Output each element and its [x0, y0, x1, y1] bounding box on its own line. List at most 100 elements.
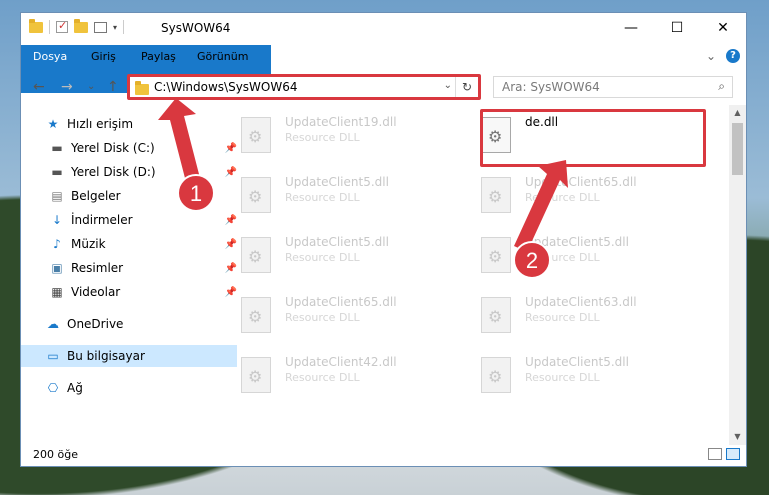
file-name: UpdateClient63.dll [525, 295, 637, 309]
list-item[interactable]: UpdateClient5.dll Resource DLL [463, 351, 689, 399]
dll-file-icon [241, 237, 271, 273]
sidebar-item-label: Resimler [71, 261, 124, 275]
search-placeholder: Ara: SysWOW64 [502, 80, 600, 94]
computer-icon: ▭ [47, 349, 59, 363]
file-name: UpdateClient42.dll [285, 355, 397, 369]
list-item[interactable]: UpdateClient5.dll Resource DLL [223, 231, 449, 279]
file-type: Resource DLL [525, 371, 600, 384]
scroll-thumb[interactable] [732, 123, 743, 175]
expand-ribbon-icon[interactable]: ⌄ [706, 49, 716, 63]
explorer-window: ▾ SysWOW64 — ☐ ✕ Dosya Giriş Paylaş Görü… [20, 12, 747, 467]
file-highlight-box [480, 109, 706, 167]
search-icon[interactable]: ⌕ [718, 79, 725, 94]
drive-icon: ▬ [51, 165, 63, 179]
dll-file-icon [241, 357, 271, 393]
sidebar-item-pictures[interactable]: ▣ Resimler 📌 [21, 257, 241, 279]
dll-file-icon [481, 357, 511, 393]
properties-icon[interactable] [94, 21, 107, 33]
scroll-down-icon[interactable]: ▼ [729, 429, 746, 445]
file-name: UpdateClient5.dll [525, 235, 629, 249]
sidebar-item-label: Ağ [67, 381, 83, 395]
maximize-button[interactable]: ☐ [654, 13, 700, 43]
item-count: 200 öğe [33, 448, 78, 461]
file-type: Resource DLL [285, 311, 360, 324]
file-name: UpdateClient5.dll [525, 355, 629, 369]
star-icon: ★ [47, 117, 59, 131]
sidebar-item-label: Belgeler [71, 189, 121, 203]
dll-file-icon [241, 297, 271, 333]
dll-file-icon [481, 297, 511, 333]
list-item[interactable]: UpdateClient63.dll Resource DLL [463, 291, 689, 339]
sidebar-item-label: Hızlı erişim [67, 117, 134, 131]
window-controls: — ☐ ✕ [608, 13, 746, 43]
list-item[interactable]: UpdateClient65.dll Resource DLL [223, 291, 449, 339]
tiles-view-icon[interactable] [726, 448, 740, 460]
divider [123, 20, 125, 34]
sidebar-item-disk-c[interactable]: ▬ Yerel Disk (C:) 📌 [21, 137, 241, 159]
ribbon-controls: ⌄ ? [706, 49, 740, 63]
ribbon-tabs: Dosya Giriş Paylaş Görünüm ⌄ ? [21, 45, 746, 93]
help-icon[interactable]: ? [726, 49, 740, 63]
sidebar-item-music[interactable]: ♪ Müzik 📌 [21, 233, 241, 255]
sidebar-item-downloads[interactable]: ↓ İndirmeler 📌 [21, 209, 241, 231]
customize-toolbar-icon[interactable]: ▾ [113, 23, 117, 32]
window-title: SysWOW64 [161, 21, 231, 35]
sidebar-item-videos[interactable]: ▦ Videolar 📌 [21, 281, 241, 303]
tab-view[interactable]: Görünüm [185, 45, 260, 69]
file-name: UpdateClient65.dll [525, 175, 637, 189]
list-item[interactable]: UpdateClient42.dll Resource DLL [223, 351, 449, 399]
dll-file-icon [241, 117, 271, 153]
recent-locations-button[interactable]: ⌄ [87, 81, 95, 92]
back-button[interactable]: ← [33, 79, 45, 95]
new-folder-icon[interactable] [74, 18, 88, 33]
scroll-up-icon[interactable]: ▲ [729, 105, 746, 121]
file-type: Resource DLL [285, 251, 360, 264]
file-type: Resource DLL [285, 191, 360, 204]
tab-home[interactable]: Giriş [79, 45, 128, 69]
forward-button[interactable]: → [61, 79, 73, 95]
divider [49, 20, 50, 34]
pictures-icon: ▣ [51, 261, 63, 275]
search-box[interactable]: Ara: SysWOW64 ⌕ [493, 76, 733, 98]
documents-icon: ▤ [51, 189, 63, 203]
status-bar: 200 öğe [21, 444, 746, 466]
sidebar-item-label: Videolar [71, 285, 121, 299]
file-name: UpdateClient5.dll [285, 175, 389, 189]
dll-file-icon [241, 177, 271, 213]
close-button[interactable]: ✕ [700, 13, 746, 43]
file-name: UpdateClient19.dll [285, 115, 397, 129]
minimize-button[interactable]: — [608, 13, 654, 43]
file-type: Resource DLL [285, 371, 360, 384]
properties-check-icon[interactable] [56, 19, 68, 33]
list-item[interactable]: UpdateClient65.dll Resource DLL [463, 171, 689, 219]
list-item[interactable]: UpdateClient19.dll Resource DLL [223, 111, 449, 159]
vertical-scrollbar[interactable]: ▲ ▼ [729, 105, 746, 445]
sidebar-item-label: OneDrive [67, 317, 124, 331]
sidebar-item-onedrive[interactable]: ☁ OneDrive [21, 313, 237, 335]
download-icon: ↓ [51, 213, 63, 227]
navigation-bar: ← → ⌄ ↑ C:\Windows\SysWOW64 ⌄ ↻ Ara: Sys… [21, 71, 746, 103]
up-button[interactable]: ↑ [107, 79, 119, 95]
navigation-pane: ★ Hızlı erişim ▬ Yerel Disk (C:) 📌 ▬ Yer… [21, 107, 237, 445]
title-bar[interactable]: ▾ SysWOW64 — ☐ ✕ [21, 13, 746, 45]
sidebar-item-label: Yerel Disk (C:) [71, 141, 155, 155]
network-icon: ⎔ [47, 381, 59, 395]
sidebar-item-network[interactable]: ⎔ Ağ [21, 377, 237, 399]
details-view-icon[interactable] [708, 448, 722, 460]
address-highlight-box [127, 74, 481, 100]
sidebar-item-documents[interactable]: ▤ Belgeler [21, 185, 241, 207]
dll-file-icon [481, 237, 511, 273]
list-item[interactable]: UpdateClient5.dll Resource DLL [223, 171, 449, 219]
sidebar-item-label: Müzik [71, 237, 106, 251]
file-type: Resource DLL [525, 311, 600, 324]
tab-share[interactable]: Paylaş [129, 45, 188, 69]
list-item[interactable]: UpdateClient5.dll Resource DLL [463, 231, 689, 279]
drive-icon: ▬ [51, 141, 63, 155]
sidebar-item-disk-d[interactable]: ▬ Yerel Disk (D:) 📌 [21, 161, 241, 183]
sidebar-item-label: İndirmeler [71, 213, 133, 227]
sidebar-item-quick-access[interactable]: ★ Hızlı erişim [21, 113, 237, 135]
file-type: Resource DLL [525, 191, 600, 204]
sidebar-item-label: Yerel Disk (D:) [71, 165, 156, 179]
sidebar-item-this-pc[interactable]: ▭ Bu bilgisayar [21, 345, 237, 367]
sidebar-item-label: Bu bilgisayar [67, 349, 145, 363]
